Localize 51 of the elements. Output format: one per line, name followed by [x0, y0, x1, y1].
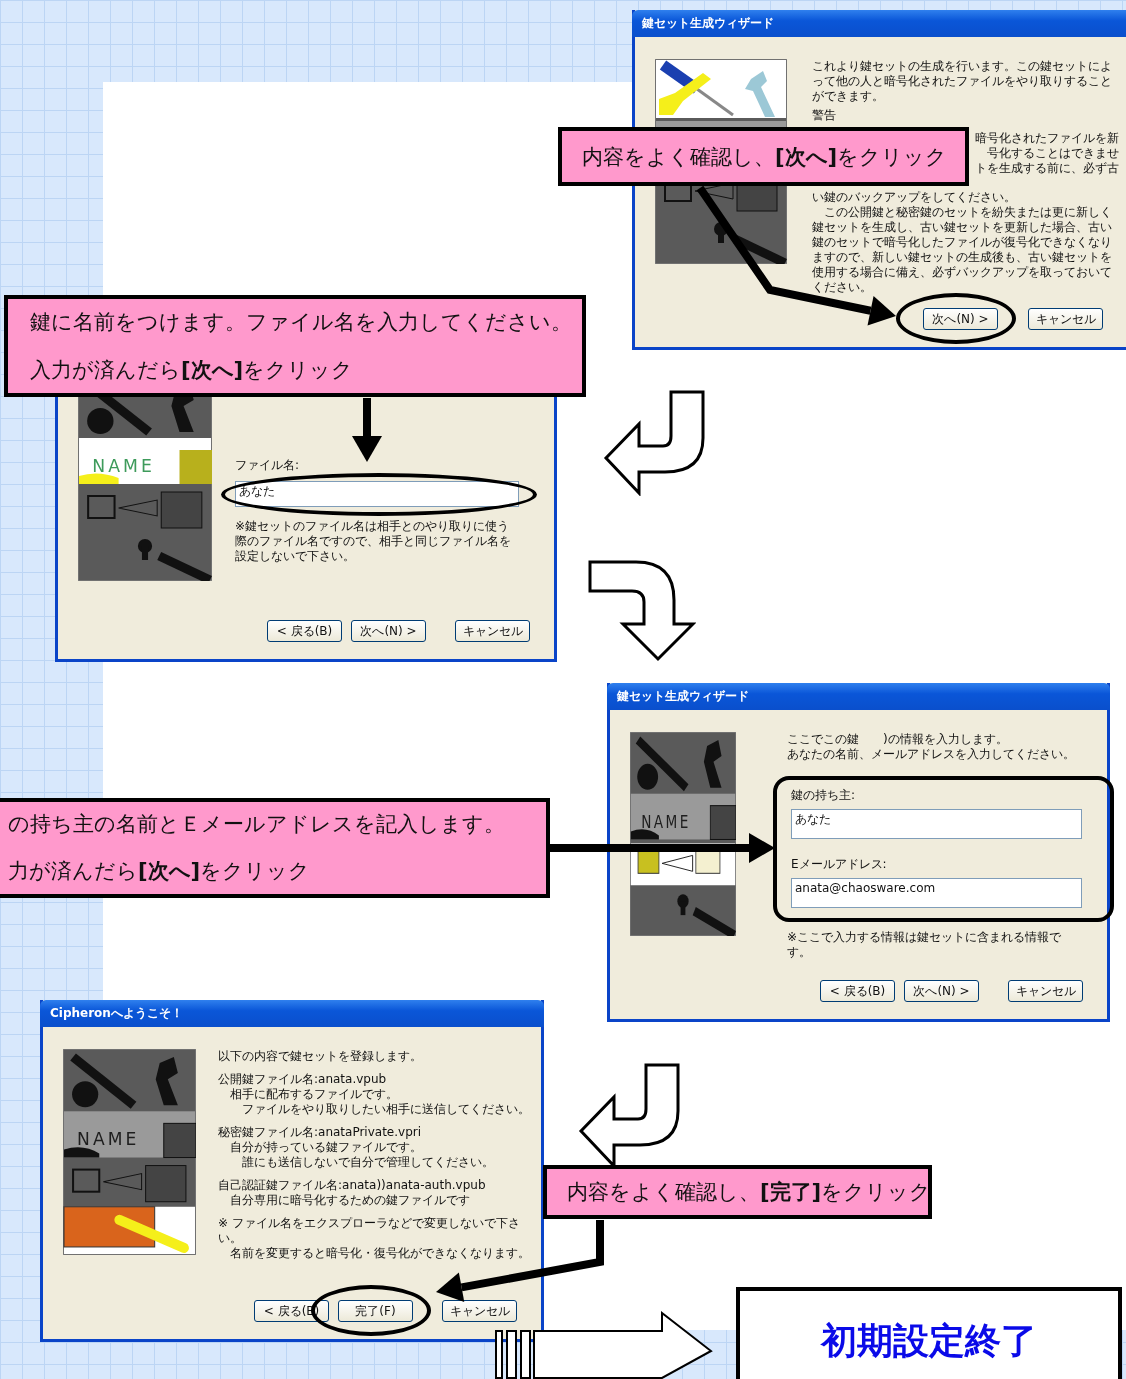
dialog-text: ファイルをやり取りしたい相手に送信してください。: [241, 1102, 531, 1117]
dialog-text: 相手に配布するファイルです。: [229, 1087, 399, 1102]
dialog-text: 暗号化されたファイルを新: [975, 131, 1119, 146]
dialog-text: 自分専用に暗号化するための鍵ファイルです: [229, 1193, 471, 1208]
warning-heading: 警告: [812, 108, 837, 123]
callout-text: 鍵に名前をつけます。ファイル名を入力してください。: [30, 309, 573, 336]
dialog-text: い鍵のバックアップをしてください。: [812, 190, 1017, 205]
window-title: 鍵セット生成ウィザード: [632, 10, 1126, 37]
field-label: Eメールアドレス:: [791, 857, 888, 872]
dialog-text: ここでこの鍵 )の情報を入力します。: [787, 732, 1009, 747]
dialog-text: 自分が持っている鍵ファイルです。: [229, 1140, 423, 1155]
dialog-button[interactable]: キャンセル: [455, 620, 530, 642]
name-label: NAME: [77, 1129, 140, 1150]
note-text: ※ここで入力する情報は鍵セットに含まれる情報です。: [787, 930, 1063, 960]
window-title: Cipheronへようこそ！: [40, 1000, 544, 1027]
dialog-text: 誰にも送信しないで自分で管理してください。: [241, 1155, 495, 1170]
input-field[interactable]: あなた: [235, 481, 519, 507]
input-field[interactable]: あなた: [791, 809, 1082, 839]
callout-text: の持ち主の名前とＥメールアドレスを記入します。: [8, 811, 506, 838]
name-label: NAME: [641, 812, 691, 832]
name-label: NAME: [92, 456, 155, 476]
dialog-button[interactable]: キャンセル: [1008, 980, 1083, 1002]
dialog-text: 号化することはできませ: [987, 146, 1119, 161]
input-field[interactable]: anata@chaosware.com: [791, 878, 1082, 908]
dialog-button[interactable]: 次へ(N) >: [904, 980, 979, 1002]
dialog-button[interactable]: < 戻る(B): [820, 980, 895, 1002]
dialog-text: これより鍵セットの生成を行います。この鍵セットによって他の人と暗号化されたファイルをやり取りすることができます。: [812, 59, 1113, 104]
dialog-text: トを生成する前に、必ず古: [975, 161, 1119, 176]
callout-text: 入力が済んだら[次へ]をクリック: [30, 357, 355, 384]
dialog-button[interactable]: キャンセル: [1028, 308, 1103, 330]
dialog-text: 公開鍵ファイル名:anata.vpub: [218, 1072, 388, 1087]
dialog-text: 秘密鍵ファイル名:anataPrivate.vpri: [218, 1125, 423, 1140]
note-text: ※鍵セットのファイル名は相手とのやり取りに使う際のファイル名ですので、相手と同じファイル名を設定しないで下さい。: [235, 519, 512, 564]
callout-text: 力が済んだら[次へ]をクリック: [8, 858, 312, 885]
dialog-button[interactable]: 完了(F): [338, 1300, 413, 1322]
dialog-text: 自己認証鍵ファイル名:anata))anata-auth.vpub: [218, 1178, 487, 1193]
dialog-text: 以下の内容で鍵セットを登録します。: [218, 1049, 423, 1064]
dialog-button[interactable]: 次へ(N) >: [923, 308, 998, 330]
result-text: 初期設定終了: [821, 1319, 1037, 1363]
callout-text: 内容をよく確認し、[完了]をクリック: [567, 1179, 928, 1206]
dialog-text: あなたの名前、メールアドレスを入力してください。: [787, 747, 1076, 762]
callout-text: 内容をよく確認し、[次へ]をクリック: [582, 143, 949, 171]
dialog-button[interactable]: キャンセル: [442, 1300, 517, 1322]
dialog-button[interactable]: < 戻る(B): [267, 620, 342, 642]
dialog-text: この公開鍵と秘密鍵のセットを紛失または更に新しく鍵セットを生成し、古い鍵セットを更新した場合、古い鍵のセットで暗号化したファイルが復号化できなくなりますので、新しい鍵セットの生成後も、古い鍵セットを使用する場合に備え、必ずバックアップを取っておいてください。: [812, 205, 1113, 295]
dialog-text: ※ ファイル名をエクスプローラなどで変更しないで下さい。: [218, 1216, 521, 1246]
dialog-button[interactable]: 次へ(N) >: [351, 620, 426, 642]
field-label: ファイル名:: [235, 458, 301, 473]
dialog-text: 名前を変更すると暗号化・復号化ができなくなります。: [229, 1246, 531, 1261]
window-title: 鍵セット生成ウィザード: [607, 683, 1110, 710]
field-label: 鍵の持ち主:: [791, 788, 857, 803]
